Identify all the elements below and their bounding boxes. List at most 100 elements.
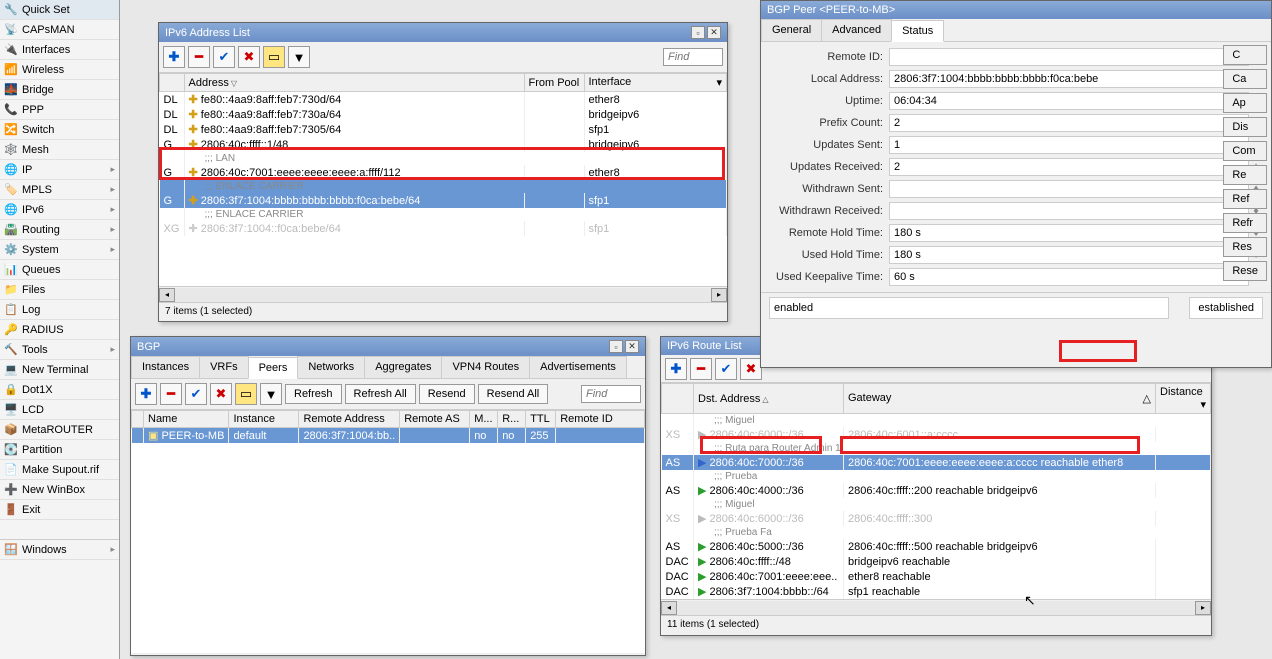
col-header[interactable]: Name [144, 411, 229, 428]
side-button[interactable]: Refr [1223, 213, 1267, 233]
sidebar-item[interactable]: 🚪Exit [0, 500, 119, 520]
filter-button[interactable]: ▼ [288, 46, 310, 68]
route-row[interactable]: AS▶ 2806:40c:4000::/362806:40c:ffff::200… [662, 483, 1211, 498]
sidebar-item[interactable]: 🔀Switch [0, 120, 119, 140]
sidebar-item[interactable]: ➕New WinBox [0, 480, 119, 500]
address-row[interactable]: G✚ 2806:3f7:1004:bbbb:bbbb:bbbb:f0ca:beb… [160, 193, 727, 208]
titlebar[interactable]: BGP ▫ ✕ [131, 337, 645, 356]
refresh-all-button[interactable]: Refresh All [345, 384, 416, 404]
remove-button[interactable]: ━ [188, 46, 210, 68]
sidebar-item[interactable]: 💽Partition [0, 440, 119, 460]
interface-col[interactable]: Interface▾ [584, 74, 727, 92]
tab[interactable]: VRFs [199, 356, 249, 378]
route-row[interactable]: DAC▶ 2806:40c:ffff::/48bridgeipv6 reacha… [662, 554, 1211, 569]
minimize-button[interactable]: ▫ [691, 26, 705, 39]
sidebar-item[interactable]: 🔑RADIUS [0, 320, 119, 340]
add-button[interactable]: ✚ [163, 46, 185, 68]
sidebar-item[interactable]: 💻New Terminal [0, 360, 119, 380]
comment-button[interactable]: ▭ [235, 383, 257, 405]
sidebar-item[interactable]: 🌉Bridge [0, 80, 119, 100]
address-row[interactable]: DL✚ fe80::4aa9:8aff:feb7:730a/64bridgeip… [160, 107, 727, 122]
tab[interactable]: Advertisements [529, 356, 627, 378]
side-button[interactable]: Rese [1223, 261, 1267, 281]
tab[interactable]: Status [891, 20, 944, 42]
enable-button[interactable]: ✔ [715, 358, 737, 380]
address-col[interactable]: Address▽ [184, 74, 524, 92]
enable-button[interactable]: ✔ [213, 46, 235, 68]
sidebar-item[interactable]: 📦MetaROUTER [0, 420, 119, 440]
sidebar-item[interactable]: ⚙️System▸ [0, 240, 119, 260]
col-header[interactable]: R... [498, 411, 526, 428]
side-button[interactable]: Res [1223, 237, 1267, 257]
sidebar-item-windows[interactable]: 🪟 Windows ▸ [0, 540, 119, 560]
disable-button[interactable]: ✖ [210, 383, 232, 405]
tab[interactable]: VPN4 Routes [441, 356, 530, 378]
side-button[interactable]: Ref [1223, 189, 1267, 209]
peer-row[interactable]: ▣ PEER-to-MB default 2806:3f7:1004:bb.. … [132, 428, 645, 444]
refresh-button[interactable]: Refresh [285, 384, 342, 404]
side-button[interactable]: Ca [1223, 69, 1267, 89]
sidebar-item[interactable]: 🔒Dot1X [0, 380, 119, 400]
titlebar[interactable]: BGP Peer <PEER-to-MB> [761, 1, 1271, 19]
titlebar[interactable]: IPv6 Address List ▫ ✕ [159, 23, 727, 42]
col-header[interactable]: M... [470, 411, 498, 428]
side-button[interactable]: Dis [1223, 117, 1267, 137]
disable-button[interactable]: ✖ [740, 358, 762, 380]
h-scrollbar[interactable]: ◂▸ [159, 286, 727, 302]
route-row[interactable]: DAC▶ 2806:40c:7001:eeee:eee..ether8 reac… [662, 569, 1211, 584]
tab[interactable]: General [761, 19, 822, 41]
sidebar-item[interactable]: 🖥️LCD [0, 400, 119, 420]
address-row[interactable]: DL✚ fe80::4aa9:8aff:feb7:7305/64sfp1 [160, 122, 727, 137]
enable-button[interactable]: ✔ [185, 383, 207, 405]
sidebar-item[interactable]: 🌐IPv6▸ [0, 200, 119, 220]
sidebar-item[interactable]: 🔌Interfaces [0, 40, 119, 60]
side-button[interactable]: C [1223, 45, 1267, 65]
h-scrollbar[interactable]: ◂▸ [661, 599, 1211, 615]
sidebar-item[interactable]: 🏷️MPLS▸ [0, 180, 119, 200]
close-button[interactable]: ✕ [625, 340, 639, 353]
side-button[interactable]: Com [1223, 141, 1267, 161]
tab[interactable]: Networks [297, 356, 365, 378]
sidebar-item[interactable]: 📊Queues [0, 260, 119, 280]
distance-col[interactable]: Distance▾ [1156, 384, 1211, 414]
disable-button[interactable]: ✖ [238, 46, 260, 68]
side-button[interactable]: Re [1223, 165, 1267, 185]
route-row[interactable]: XS▶ 2806:40c:6000::/362806:40c:ffff::300 [662, 511, 1211, 526]
sidebar-item[interactable]: 📞PPP [0, 100, 119, 120]
col-header[interactable]: Instance [229, 411, 299, 428]
flag-col[interactable] [160, 74, 185, 92]
tab[interactable]: Peers [248, 357, 299, 379]
route-row[interactable]: DAC▶ 2806:3f7:1004:bbbb::/64sfp1 reachab… [662, 584, 1211, 599]
flag-col[interactable] [662, 384, 694, 414]
tab[interactable]: Advanced [821, 19, 892, 41]
side-button[interactable]: Ap [1223, 93, 1267, 113]
col-header[interactable]: Remote Address [299, 411, 400, 428]
sidebar-item[interactable]: 🔨Tools▸ [0, 340, 119, 360]
col-header[interactable]: Remote AS [400, 411, 470, 428]
route-row[interactable]: XS▶ 2806:40c:6000::/362806:40c:6001::a:c… [662, 427, 1211, 442]
sidebar-item[interactable]: 📄Make Supout.rif [0, 460, 119, 480]
tab[interactable]: Instances [131, 356, 200, 378]
col-header[interactable]: TTL [526, 411, 556, 428]
remove-button[interactable]: ━ [690, 358, 712, 380]
address-row[interactable]: G✚ 2806:40c:7001:eeee:eeee:eeee:a:ffff/1… [160, 165, 727, 180]
add-button[interactable]: ✚ [135, 383, 157, 405]
add-button[interactable]: ✚ [665, 358, 687, 380]
minimize-button[interactable]: ▫ [609, 340, 623, 353]
resend-button[interactable]: Resend [419, 384, 475, 404]
resend-all-button[interactable]: Resend All [478, 384, 549, 404]
address-row[interactable]: G✚ 2806:40c:ffff::1/48bridgeipv6 [160, 137, 727, 152]
remove-button[interactable]: ━ [160, 383, 182, 405]
sidebar-item[interactable]: 🛣️Routing▸ [0, 220, 119, 240]
sidebar-item[interactable]: 🕸️Mesh [0, 140, 119, 160]
frompool-col[interactable]: From Pool [524, 74, 584, 92]
sidebar-item[interactable]: 📡CAPsMAN [0, 20, 119, 40]
find-input[interactable] [663, 48, 723, 66]
close-button[interactable]: ✕ [707, 26, 721, 39]
col-header[interactable]: Remote ID [556, 411, 645, 428]
tab[interactable]: Aggregates [364, 356, 442, 378]
comment-button[interactable]: ▭ [263, 46, 285, 68]
dst-col[interactable]: Dst. Address△ [694, 384, 844, 414]
route-row[interactable]: AS▶ 2806:40c:7000::/362806:40c:7001:eeee… [662, 455, 1211, 470]
address-row[interactable]: XG✚ 2806:3f7:1004::f0ca:bebe/64sfp1 [160, 221, 727, 236]
